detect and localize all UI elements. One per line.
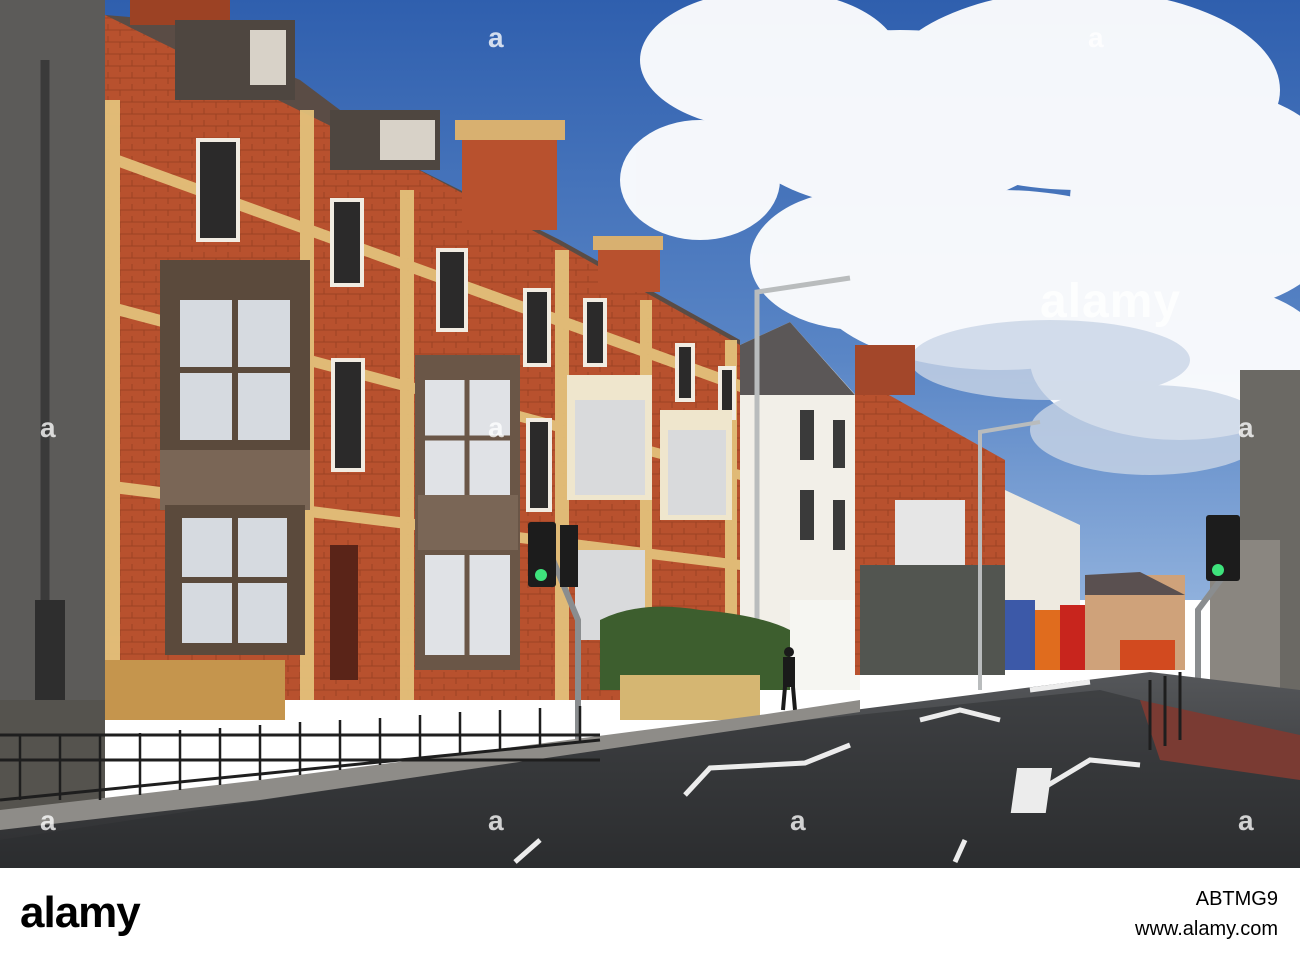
image-code: ABTMG9 — [1195, 888, 1278, 910]
chimney — [462, 130, 557, 230]
bay-window-2 — [415, 355, 520, 670]
stock-footer: alamy ABTMG9 www.alamy.com — [0, 868, 1300, 957]
front-door — [330, 545, 358, 680]
bay-window-1 — [160, 260, 310, 655]
footer-url: www.alamy.com — [1135, 918, 1278, 940]
footer-logo: alamy — [20, 888, 141, 937]
street-photo: alamy a a a a a a a a a — [0, 0, 1300, 868]
